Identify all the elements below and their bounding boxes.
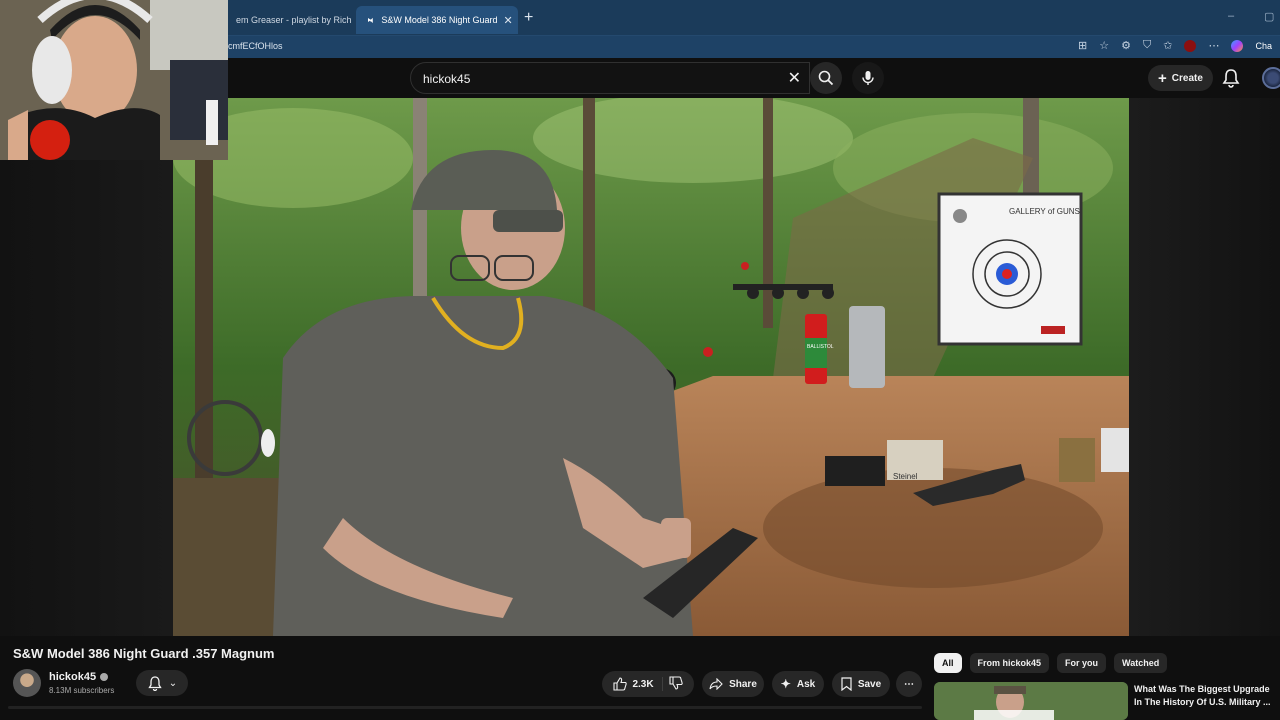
favorites-icon[interactable]: ✩ xyxy=(1163,39,1172,52)
webcam-scene xyxy=(0,0,228,160)
tab-label: S&W Model 386 Night Guard xyxy=(381,15,498,25)
recommended-video-title[interactable]: What Was The Biggest Upgrade In The Hist… xyxy=(1134,683,1276,709)
streamer-webcam xyxy=(0,0,228,160)
tab-playlist[interactable]: em Greaser - playlist by Rich ✕ xyxy=(228,6,354,34)
app-grid-icon[interactable]: ⊞ xyxy=(1078,39,1087,52)
headphones-icon xyxy=(32,36,72,104)
chip-all[interactable]: All xyxy=(934,653,962,673)
video-info-section: S&W Model 386 Night Guard .357 Magnum hi… xyxy=(0,636,1280,720)
tree-trunk xyxy=(763,98,773,328)
share-label: Share xyxy=(729,678,757,690)
plus-icon: + xyxy=(1158,69,1167,87)
save-label: Save xyxy=(857,678,882,690)
tab-label: em Greaser - playlist by Rich xyxy=(236,15,352,25)
copilot-label[interactable]: Cha xyxy=(1255,41,1272,51)
chip-from-channel[interactable]: From hickok45 xyxy=(969,653,1050,673)
channel-avatar[interactable] xyxy=(13,669,41,697)
tab-current-video[interactable]: 🔈︎ S&W Model 386 Night Guard ✕ xyxy=(356,6,518,34)
more-dots-icon: ⋯ xyxy=(904,678,914,690)
clear-search-icon[interactable]: ✕ xyxy=(788,68,801,88)
extension-icon[interactable]: ⚙ xyxy=(1121,39,1131,52)
shield-icon[interactable]: ⛉ xyxy=(1143,39,1151,52)
new-tab-icon[interactable]: + xyxy=(524,9,533,27)
tree-trunk xyxy=(195,98,213,518)
minimize-icon[interactable]: – xyxy=(1228,10,1234,22)
profile-extension-icon[interactable] xyxy=(1184,39,1197,52)
thumbs-up-icon xyxy=(613,677,628,691)
subscriber-count: 8.13M subscribers xyxy=(49,686,115,695)
channel-name-text[interactable]: hickok45 xyxy=(49,671,96,683)
chevron-down-icon: ⌄ xyxy=(168,677,178,689)
thumbnail-image xyxy=(934,682,1128,720)
recommended-video-thumbnail[interactable] xyxy=(934,682,1128,720)
speed-loader-block xyxy=(825,456,885,486)
toolbar-icons: ⊞ ☆ ⚙ ⛉ ✩ ⋯ Cha xyxy=(1078,39,1272,52)
bookmark-icon xyxy=(841,677,852,691)
create-label: Create xyxy=(1171,72,1203,84)
dislike-button[interactable] xyxy=(669,675,683,693)
share-arrow-icon xyxy=(709,678,723,690)
description-scroll-strip xyxy=(8,706,922,709)
favorite-star-icon[interactable]: ☆ xyxy=(1099,39,1109,52)
voice-search-button[interactable] xyxy=(852,62,884,94)
thumbs-down-icon xyxy=(669,675,683,690)
video-scene: GALLERY of GUNS BALLISTOL Steinel xyxy=(173,98,1129,636)
menu-dots-icon[interactable]: ⋯ xyxy=(1208,39,1219,52)
search-query[interactable]: hickok45 xyxy=(423,72,470,86)
search-button[interactable] xyxy=(810,62,842,94)
sparkle-icon: ✦ xyxy=(780,677,791,691)
spray-can-label: BALLISTOL xyxy=(807,344,834,350)
search-input[interactable]: hickok45 ✕ xyxy=(410,62,810,94)
copilot-icon[interactable] xyxy=(1231,39,1244,52)
target-header-text: GALLERY of GUNS xyxy=(1009,207,1080,216)
ask-label: Ask xyxy=(796,678,816,690)
verified-badge-icon xyxy=(100,673,109,681)
save-button[interactable]: Save xyxy=(832,671,890,697)
tree-trunk xyxy=(1023,98,1039,208)
url-text[interactable]: cmfECfOHlos xyxy=(228,41,283,51)
video-player[interactable]: GALLERY of GUNS BALLISTOL Steinel xyxy=(0,0,1280,636)
share-button[interactable]: Share xyxy=(702,671,764,697)
microphone-icon xyxy=(862,71,874,85)
maximize-icon[interactable]: ▢ xyxy=(1264,10,1274,23)
player-letterbox-left xyxy=(0,98,173,636)
chip-watched[interactable]: Watched xyxy=(1114,653,1168,673)
video-title: S&W Model 386 Night Guard .357 Magnum xyxy=(13,646,275,661)
ask-button[interactable]: ✦ Ask xyxy=(772,671,824,697)
subscribed-notifications-button[interactable]: ⌄ xyxy=(136,670,188,696)
notifications-bell-icon[interactable] xyxy=(1222,68,1240,88)
like-button[interactable]: 2.3K xyxy=(613,677,663,691)
video-frame[interactable]: GALLERY of GUNS BALLISTOL Steinel xyxy=(173,98,1129,636)
account-avatar[interactable] xyxy=(1262,67,1280,89)
like-dislike-group: 2.3K xyxy=(602,671,694,697)
tab-close-icon[interactable]: ✕ xyxy=(503,14,512,27)
search-icon xyxy=(818,70,834,86)
chip-for-you[interactable]: For you xyxy=(1057,653,1107,673)
more-actions-button[interactable]: ⋯ xyxy=(896,671,922,697)
ammo-box-label: Steinel xyxy=(893,472,918,481)
channel-name[interactable]: hickok45 xyxy=(49,671,109,683)
bell-icon xyxy=(148,676,162,691)
bowling-pin xyxy=(261,429,275,457)
recommendation-filter-chips: All From hickok45 For you Watched xyxy=(934,653,1168,673)
create-button[interactable]: + Create xyxy=(1148,65,1213,91)
person-shirt xyxy=(273,296,693,636)
steel-tumbler xyxy=(849,306,885,388)
player-letterbox-right xyxy=(1129,98,1280,636)
like-count: 2.3K xyxy=(632,678,654,690)
screen: em Greaser - playlist by Rich ✕ 🔈︎ S&W M… xyxy=(0,0,1280,720)
